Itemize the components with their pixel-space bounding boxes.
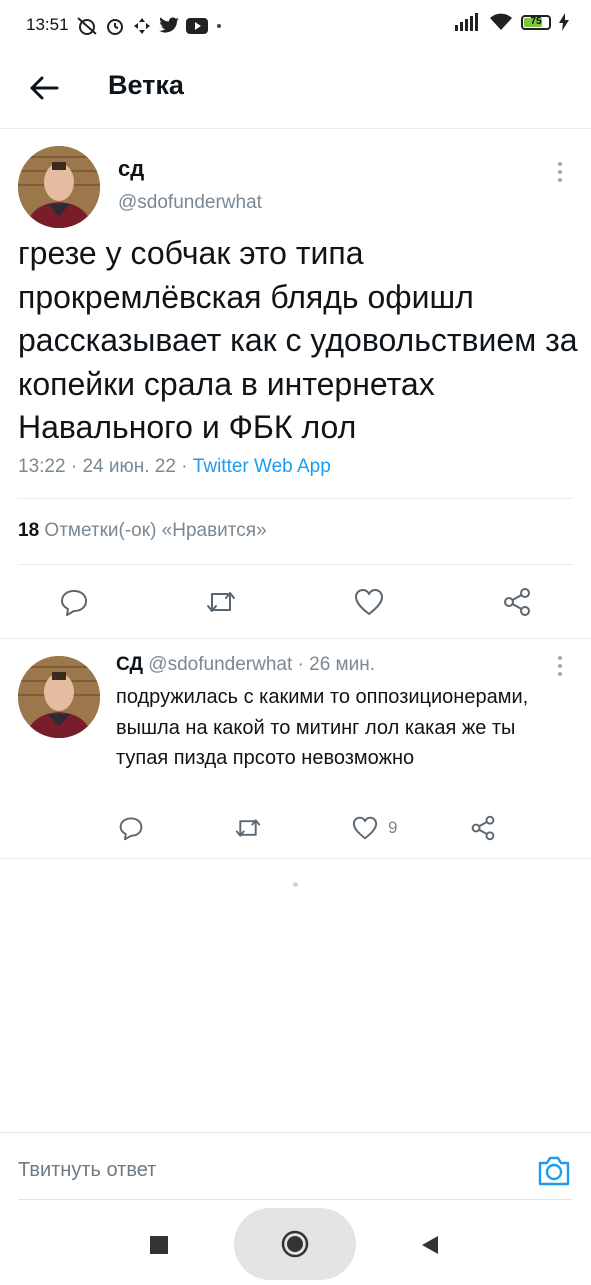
- battery-icon: 75: [521, 14, 551, 30]
- status-time: 13:51: [26, 15, 69, 34]
- reply-retweet-button[interactable]: [228, 812, 268, 844]
- share-icon: [504, 588, 530, 616]
- composer-divider: [18, 1199, 573, 1200]
- twitter-bird-icon: [159, 17, 179, 33]
- youtube-icon: [186, 18, 208, 34]
- reply-text: подружилась с какими то оппозиционерами,…: [116, 686, 529, 769]
- share-button[interactable]: [495, 582, 539, 622]
- tweet-handle[interactable]: @sdofunderwhat: [118, 192, 262, 214]
- back-button[interactable]: [24, 68, 64, 108]
- arrow-left-icon: [30, 76, 59, 100]
- likes-stat[interactable]: 18 Отметки(-ок) «Нравится»: [18, 520, 267, 542]
- reply-share-button[interactable]: [466, 812, 500, 844]
- back-triangle-icon: [422, 1236, 438, 1254]
- retweet-button[interactable]: [199, 582, 243, 622]
- camera-button[interactable]: [536, 1153, 572, 1189]
- reply-icon: [119, 817, 143, 841]
- back-nav-button[interactable]: [420, 1234, 440, 1256]
- page-title: Ветка: [108, 70, 184, 100]
- status-notification-icons: [76, 13, 224, 39]
- likes-label: Отметки(-ок) «Нравится»: [44, 520, 267, 541]
- heart-icon: [355, 589, 383, 615]
- home-icon: [281, 1230, 309, 1258]
- meta-separator: ·: [297, 654, 310, 675]
- meta-separator: ·: [70, 456, 83, 477]
- tweet-meta: 13:22 · 24 июн. 22 · Twitter Web App: [18, 456, 331, 478]
- reply-handle[interactable]: @sdofunderwhat: [148, 654, 292, 675]
- tweet-time: 13:22: [18, 456, 66, 477]
- more-options-button[interactable]: [548, 158, 572, 186]
- thread-header: Ветка: [0, 56, 591, 129]
- reply-display-name[interactable]: СД: [116, 654, 143, 675]
- status-system-icons: 75: [455, 13, 569, 31]
- alarm-off-icon: [77, 17, 97, 35]
- wifi-icon: [490, 13, 512, 30]
- tweet-date: 24 июн. 22: [82, 456, 176, 477]
- share-icon: [471, 815, 495, 841]
- reply-button[interactable]: [52, 582, 96, 622]
- reply-icon: [61, 590, 87, 616]
- meta-separator: ·: [181, 456, 193, 477]
- reply-like-count: 9: [388, 818, 398, 837]
- signal-icon: [455, 13, 478, 31]
- reply-more-options-button[interactable]: [548, 652, 572, 680]
- avatar-image: [18, 656, 100, 738]
- divider: [18, 498, 573, 499]
- battery-level: 75: [530, 15, 542, 27]
- more-vertical-icon: [558, 656, 562, 676]
- status-bar: 13:51 75: [0, 0, 591, 56]
- alarm-clock-icon: [107, 19, 123, 35]
- reply-input[interactable]: Твитнуть ответ: [18, 1159, 156, 1182]
- reply-header: СД @sdofunderwhat · 26 мин.: [116, 654, 375, 676]
- move-icon: [134, 18, 150, 34]
- retweet-icon: [235, 819, 261, 837]
- more-vertical-icon: [558, 162, 562, 182]
- reply-age: 26 мин.: [309, 654, 375, 675]
- loading-indicator: [293, 882, 298, 887]
- reply-avatar[interactable]: [18, 656, 100, 738]
- avatar-image: [18, 146, 100, 228]
- dot-icon: [217, 24, 221, 28]
- reply-composer[interactable]: Твитнуть ответ: [0, 1132, 591, 1209]
- likes-count: 18: [18, 520, 40, 541]
- avatar[interactable]: [18, 146, 100, 228]
- system-navigation-bar: [0, 1208, 591, 1280]
- tweet-text: грезе у собчак это типа прокремлёвская б…: [18, 235, 578, 445]
- divider: [18, 564, 573, 565]
- divider: [0, 638, 591, 639]
- camera-icon: [538, 1156, 570, 1186]
- recent-apps-button[interactable]: [150, 1236, 168, 1254]
- tweet-display-name[interactable]: сд: [118, 156, 144, 182]
- divider: [0, 858, 591, 859]
- retweet-icon: [207, 592, 235, 612]
- tweet-source-link[interactable]: Twitter Web App: [193, 456, 331, 477]
- like-button[interactable]: [347, 582, 391, 622]
- heart-icon: [352, 816, 378, 840]
- charging-bolt-icon: [559, 13, 569, 31]
- reply-reply-button[interactable]: [114, 812, 148, 844]
- home-button[interactable]: [234, 1208, 356, 1280]
- reply-like-button[interactable]: 9: [352, 812, 397, 844]
